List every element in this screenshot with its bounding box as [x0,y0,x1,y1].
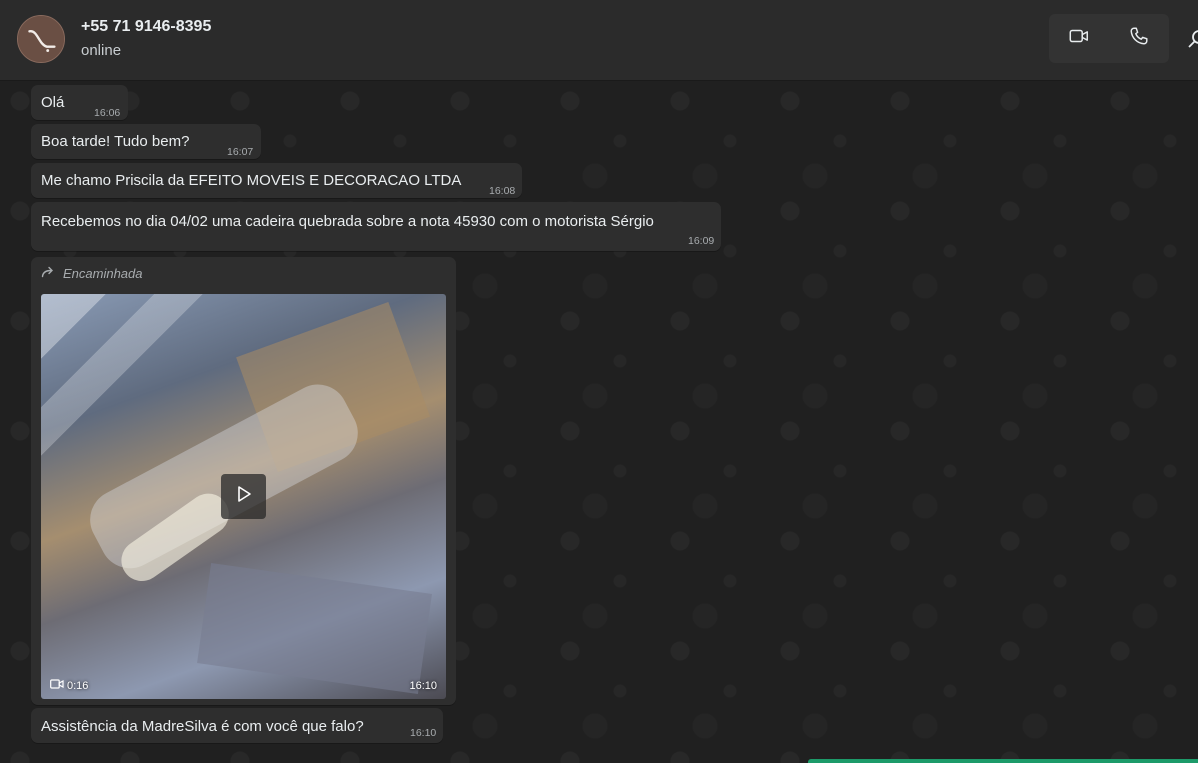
message-bubble[interactable]: Recebemos no dia 04/02 uma cadeira quebr… [31,202,721,251]
video-frame-detail [197,562,432,694]
video-duration: 0:16 [50,679,88,692]
call-buttons-group [1049,14,1169,63]
message-time: 16:07 [227,146,254,158]
video-message-bubble[interactable]: Encaminhada 0:16 16:10 [31,257,456,705]
video-duration-text: 0:16 [67,679,89,692]
message-text: Me chamo Priscila da EFEITO MOVEIS E DEC… [41,172,462,189]
message-bubble[interactable]: Olá 16:06 [31,85,128,120]
forward-arrow-icon [41,266,57,281]
forwarded-label: Encaminhada [63,266,143,281]
video-camera-icon [50,679,64,692]
chat-area[interactable]: Olá 16:06 Boa tarde! Tudo bem? 16:07 Me … [0,81,1198,763]
contact-status: online [81,42,122,59]
video-thumbnail[interactable]: 0:16 16:10 [41,294,446,699]
video-call-button[interactable] [1049,14,1109,63]
message-bubble[interactable]: Assistência da MadreSilva é com você que… [31,708,443,743]
accent-bar [808,759,1198,763]
video-camera-icon [1068,25,1090,52]
message-time: 16:10 [410,727,437,739]
message-bubble[interactable]: Me chamo Priscila da EFEITO MOVEIS E DEC… [31,163,522,198]
chat-header: +55 71 9146-8395 online [0,0,1198,81]
message-time: 16:10 [409,680,437,692]
message-text: Boa tarde! Tudo bem? [41,133,190,150]
contact-name[interactable]: +55 71 9146-8395 [81,18,211,36]
phone-icon [1128,25,1150,52]
message-text: Olá [41,94,65,111]
search-icon [1186,30,1198,56]
message-text: Recebemos no dia 04/02 uma cadeira quebr… [41,213,654,230]
play-button[interactable] [221,474,266,519]
message-bubble[interactable]: Boa tarde! Tudo bem? 16:07 [31,124,261,159]
message-text: Assistência da MadreSilva é com você que… [41,718,364,735]
forwarded-indicator: Encaminhada [41,266,143,281]
message-time: 16:09 [688,235,715,247]
message-time: 16:06 [94,107,121,119]
play-icon [234,484,254,509]
voice-call-button[interactable] [1109,14,1169,63]
message-time: 16:08 [489,185,516,197]
search-button[interactable] [1186,26,1198,52]
contact-avatar[interactable] [17,15,65,63]
